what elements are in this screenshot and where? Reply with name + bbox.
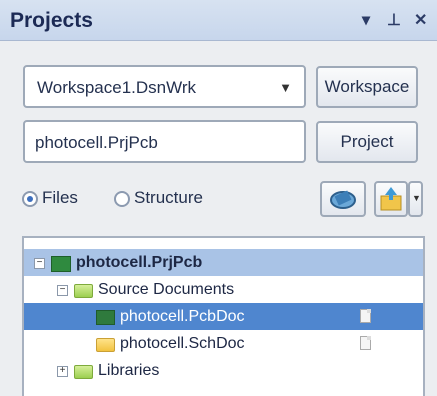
files-radio-label[interactable]: Files: [42, 188, 78, 208]
compile-button[interactable]: [320, 181, 366, 217]
tree-item-label: Libraries: [98, 362, 160, 379]
workspace-select-value: Workspace1.DsnWrk: [37, 78, 197, 97]
project-icon: [51, 256, 71, 272]
tree-item-label: photocell.PrjPcb: [76, 254, 203, 271]
collapse-icon[interactable]: −: [34, 258, 45, 269]
panel-title: Projects: [10, 9, 93, 32]
folder-upload-icon: [380, 187, 402, 211]
project-field[interactable]: photocell.PrjPcb: [23, 120, 306, 163]
chevron-down-icon: ▼: [279, 80, 292, 95]
structure-radio-label[interactable]: Structure: [134, 188, 203, 208]
tree-item-label: Source Documents: [98, 281, 235, 298]
structure-radio[interactable]: [114, 191, 130, 207]
tree-item-project[interactable]: − photocell.PrjPcb: [24, 249, 423, 276]
pcb-document-icon: [96, 310, 115, 325]
tree-item-schdoc[interactable]: photocell.SchDoc: [24, 330, 423, 357]
panel-title-bar: Projects ▾ ⊥ ✕: [0, 0, 437, 41]
project-options-dropdown[interactable]: ▼: [408, 181, 423, 217]
tree-item-libraries[interactable]: + Libraries: [24, 357, 423, 384]
workspace-button[interactable]: Workspace: [316, 66, 418, 108]
pin-icon[interactable]: ⊥: [387, 10, 401, 30]
tree-item-label: photocell.PcbDoc: [120, 308, 245, 325]
compile-icon: [330, 190, 356, 209]
chevron-down-icon: ▼: [412, 193, 421, 203]
project-tree: − photocell.PrjPcb − Source Documents ph…: [22, 236, 425, 396]
folder-icon: [74, 365, 93, 379]
files-radio[interactable]: [22, 191, 38, 207]
schematic-document-icon: [96, 338, 115, 352]
project-field-value: photocell.PrjPcb: [35, 133, 158, 152]
folder-icon: [74, 284, 93, 298]
tree-item-label: photocell.SchDoc: [120, 335, 245, 352]
collapse-icon[interactable]: −: [57, 285, 68, 296]
document-status-icon: [360, 336, 371, 350]
workspace-select[interactable]: Workspace1.DsnWrk ▼: [23, 65, 306, 108]
project-button[interactable]: Project: [316, 121, 418, 163]
expand-icon[interactable]: +: [57, 366, 68, 377]
tree-item-pcbdoc[interactable]: photocell.PcbDoc: [24, 303, 423, 330]
projects-panel: Projects ▾ ⊥ ✕ Workspace1.DsnWrk ▼ Works…: [0, 0, 437, 396]
tree-item-source-documents[interactable]: − Source Documents: [24, 276, 423, 303]
panel-menu-dropdown-icon[interactable]: ▾: [362, 10, 370, 30]
project-options-button[interactable]: [374, 181, 408, 217]
document-status-icon: [360, 309, 371, 323]
close-icon[interactable]: ✕: [414, 10, 427, 30]
